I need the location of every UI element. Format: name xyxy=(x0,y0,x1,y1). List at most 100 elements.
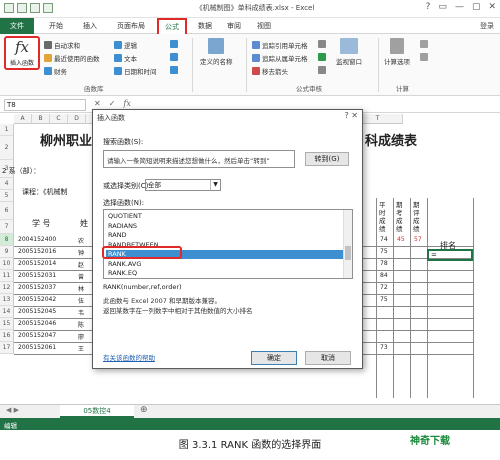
error-check-button[interactable] xyxy=(318,53,326,61)
remove-arrows-button[interactable]: 移去箭头 xyxy=(252,66,288,76)
row-header[interactable]: 2 xyxy=(0,136,14,160)
function-list-item[interactable]: RANK.EQ xyxy=(106,269,344,278)
financial-button[interactable]: 财务 xyxy=(44,66,67,76)
enter-icon[interactable]: ✓ xyxy=(109,99,116,108)
score-cell[interactable]: 75 xyxy=(380,248,388,255)
student-id-cell[interactable]: 2005152037 xyxy=(18,284,56,291)
lookup-button[interactable] xyxy=(170,40,178,48)
sheet-nav-icon[interactable]: ◀ ▶ xyxy=(6,406,19,414)
row-header[interactable]: 17 xyxy=(0,342,14,354)
function-list-item[interactable]: RAND xyxy=(106,231,344,240)
name-cell[interactable]: 韦 xyxy=(78,308,84,317)
define-name-button[interactable]: 定义的名称 xyxy=(200,38,233,66)
dialog-close-icon[interactable]: ? ✕ xyxy=(345,111,359,120)
tab-review[interactable]: 审阅 xyxy=(222,20,246,34)
watch-window-button[interactable]: 监视窗口 xyxy=(336,38,362,66)
tab-file[interactable]: 文件 xyxy=(0,18,34,34)
student-id-cell[interactable]: 2005152031 xyxy=(18,272,56,279)
row-header[interactable]: 9 xyxy=(0,246,14,258)
function-list-item[interactable]: RANK.AVG xyxy=(106,260,344,269)
student-id-cell[interactable]: 2005152016 xyxy=(18,248,56,255)
score-cell[interactable]: 73 xyxy=(380,344,388,351)
student-id-cell[interactable]: 2005152014 xyxy=(18,260,56,267)
fx-icon[interactable]: fx xyxy=(123,99,130,108)
student-id-cell[interactable]: 2005152046 xyxy=(18,320,56,327)
student-id-cell[interactable]: 2005152042 xyxy=(18,296,56,303)
close-button[interactable]: ✕ xyxy=(488,2,496,12)
column-header[interactable]: C xyxy=(50,114,68,124)
score-cell[interactable]: 74 xyxy=(380,236,388,243)
save-icon[interactable] xyxy=(17,3,27,13)
undo-icon[interactable] xyxy=(30,3,40,13)
tab-page-layout[interactable]: 页面布局 xyxy=(110,20,152,34)
row-header[interactable]: 8 xyxy=(0,234,14,246)
row-header[interactable]: 11 xyxy=(0,270,14,282)
column-header[interactable]: B xyxy=(32,114,50,124)
name-cell[interactable]: 王 xyxy=(78,344,84,353)
more-functions-button[interactable] xyxy=(170,66,178,74)
row-header[interactable]: 5 xyxy=(0,190,14,202)
name-cell[interactable]: 伍 xyxy=(78,296,84,305)
minimize-button[interactable]: — xyxy=(455,2,464,12)
name-cell[interactable]: 钟 xyxy=(78,248,84,257)
cancel-icon[interactable]: ✕ xyxy=(94,99,101,108)
name-box[interactable]: T8 xyxy=(4,99,86,111)
function-list-scrollbar[interactable] xyxy=(343,210,352,278)
function-list-item[interactable]: RADIANS xyxy=(106,222,344,231)
active-cell[interactable]: = xyxy=(427,249,473,261)
score-cell[interactable]: 45 xyxy=(397,236,405,243)
datetime-button[interactable]: 日期和时间 xyxy=(114,66,157,76)
sheet-tab[interactable]: 05数控4 xyxy=(60,405,134,418)
category-select[interactable]: 全部 ▼ xyxy=(145,179,221,191)
logical-button[interactable]: 逻辑 xyxy=(114,40,137,50)
help-button[interactable]: ? xyxy=(426,2,431,12)
score-cell[interactable]: 57 xyxy=(414,236,422,243)
row-header[interactable]: 14 xyxy=(0,306,14,318)
ok-button[interactable]: 确定 xyxy=(251,351,297,365)
search-function-input[interactable]: 请输入一条简短说明来描述您想做什么，然后单击“转到” xyxy=(103,150,295,168)
row-header[interactable]: 1 xyxy=(0,124,14,136)
row-header[interactable]: 16 xyxy=(0,330,14,342)
score-cell[interactable]: 84 xyxy=(380,272,388,279)
show-formulas-button[interactable] xyxy=(318,40,326,48)
tab-view[interactable]: 视图 xyxy=(252,20,276,34)
score-cell[interactable]: 78 xyxy=(380,260,388,267)
help-link[interactable]: 有关该函数的帮助 xyxy=(103,352,155,362)
function-list[interactable]: QUOTIENT RADIANS RAND RANDBETWEEN RANK RANK.A… xyxy=(103,209,353,279)
student-id-cell[interactable]: 2005152047 xyxy=(18,332,56,339)
score-cell[interactable]: 72 xyxy=(380,284,388,291)
ribbon-display-button[interactable]: ▭ xyxy=(438,2,447,12)
row-header[interactable]: 12 xyxy=(0,282,14,294)
login-link[interactable]: 登录 xyxy=(480,21,494,31)
row-header[interactable]: 4 xyxy=(0,178,14,190)
go-button[interactable]: 转到(G) xyxy=(305,152,349,166)
name-cell[interactable]: 廖 xyxy=(78,332,84,341)
column-header[interactable]: D xyxy=(68,114,86,124)
autosum-button[interactable]: 自动求和 xyxy=(44,40,80,50)
function-list-item[interactable]: QUOTIENT xyxy=(106,212,344,221)
row-header[interactable]: 13 xyxy=(0,294,14,306)
add-sheet-icon[interactable]: ⊕ xyxy=(140,405,148,415)
scroll-thumb[interactable] xyxy=(345,246,351,260)
tab-insert[interactable]: 插入 xyxy=(76,20,104,34)
calc-sheet-button[interactable] xyxy=(420,53,428,61)
score-cell[interactable]: 75 xyxy=(380,296,388,303)
column-header[interactable]: A xyxy=(14,114,32,124)
tab-formulas[interactable]: 公式 xyxy=(157,18,187,35)
name-cell[interactable]: 曾 xyxy=(78,272,84,281)
student-id-cell[interactable]: 2004152400 xyxy=(18,236,56,243)
trace-precedents-button[interactable]: 追踪引用单元格 xyxy=(252,40,308,50)
redo-icon[interactable] xyxy=(43,3,53,13)
tab-home[interactable]: 开始 xyxy=(42,20,70,34)
row-header[interactable]: 10 xyxy=(0,258,14,270)
name-cell[interactable]: 陈 xyxy=(78,320,84,329)
name-cell[interactable]: 赵 xyxy=(78,260,84,269)
trace-dependents-button[interactable]: 追踪从属单元格 xyxy=(252,53,308,63)
name-cell[interactable]: 农 xyxy=(78,236,84,245)
row-header[interactable]: 6 xyxy=(0,202,14,220)
text-button[interactable]: 文本 xyxy=(114,53,137,63)
math-button[interactable] xyxy=(170,53,178,61)
student-id-cell[interactable]: 2005152061 xyxy=(18,344,56,351)
tab-data[interactable]: 数据 xyxy=(193,20,217,34)
maximize-button[interactable]: ▢ xyxy=(472,2,481,12)
